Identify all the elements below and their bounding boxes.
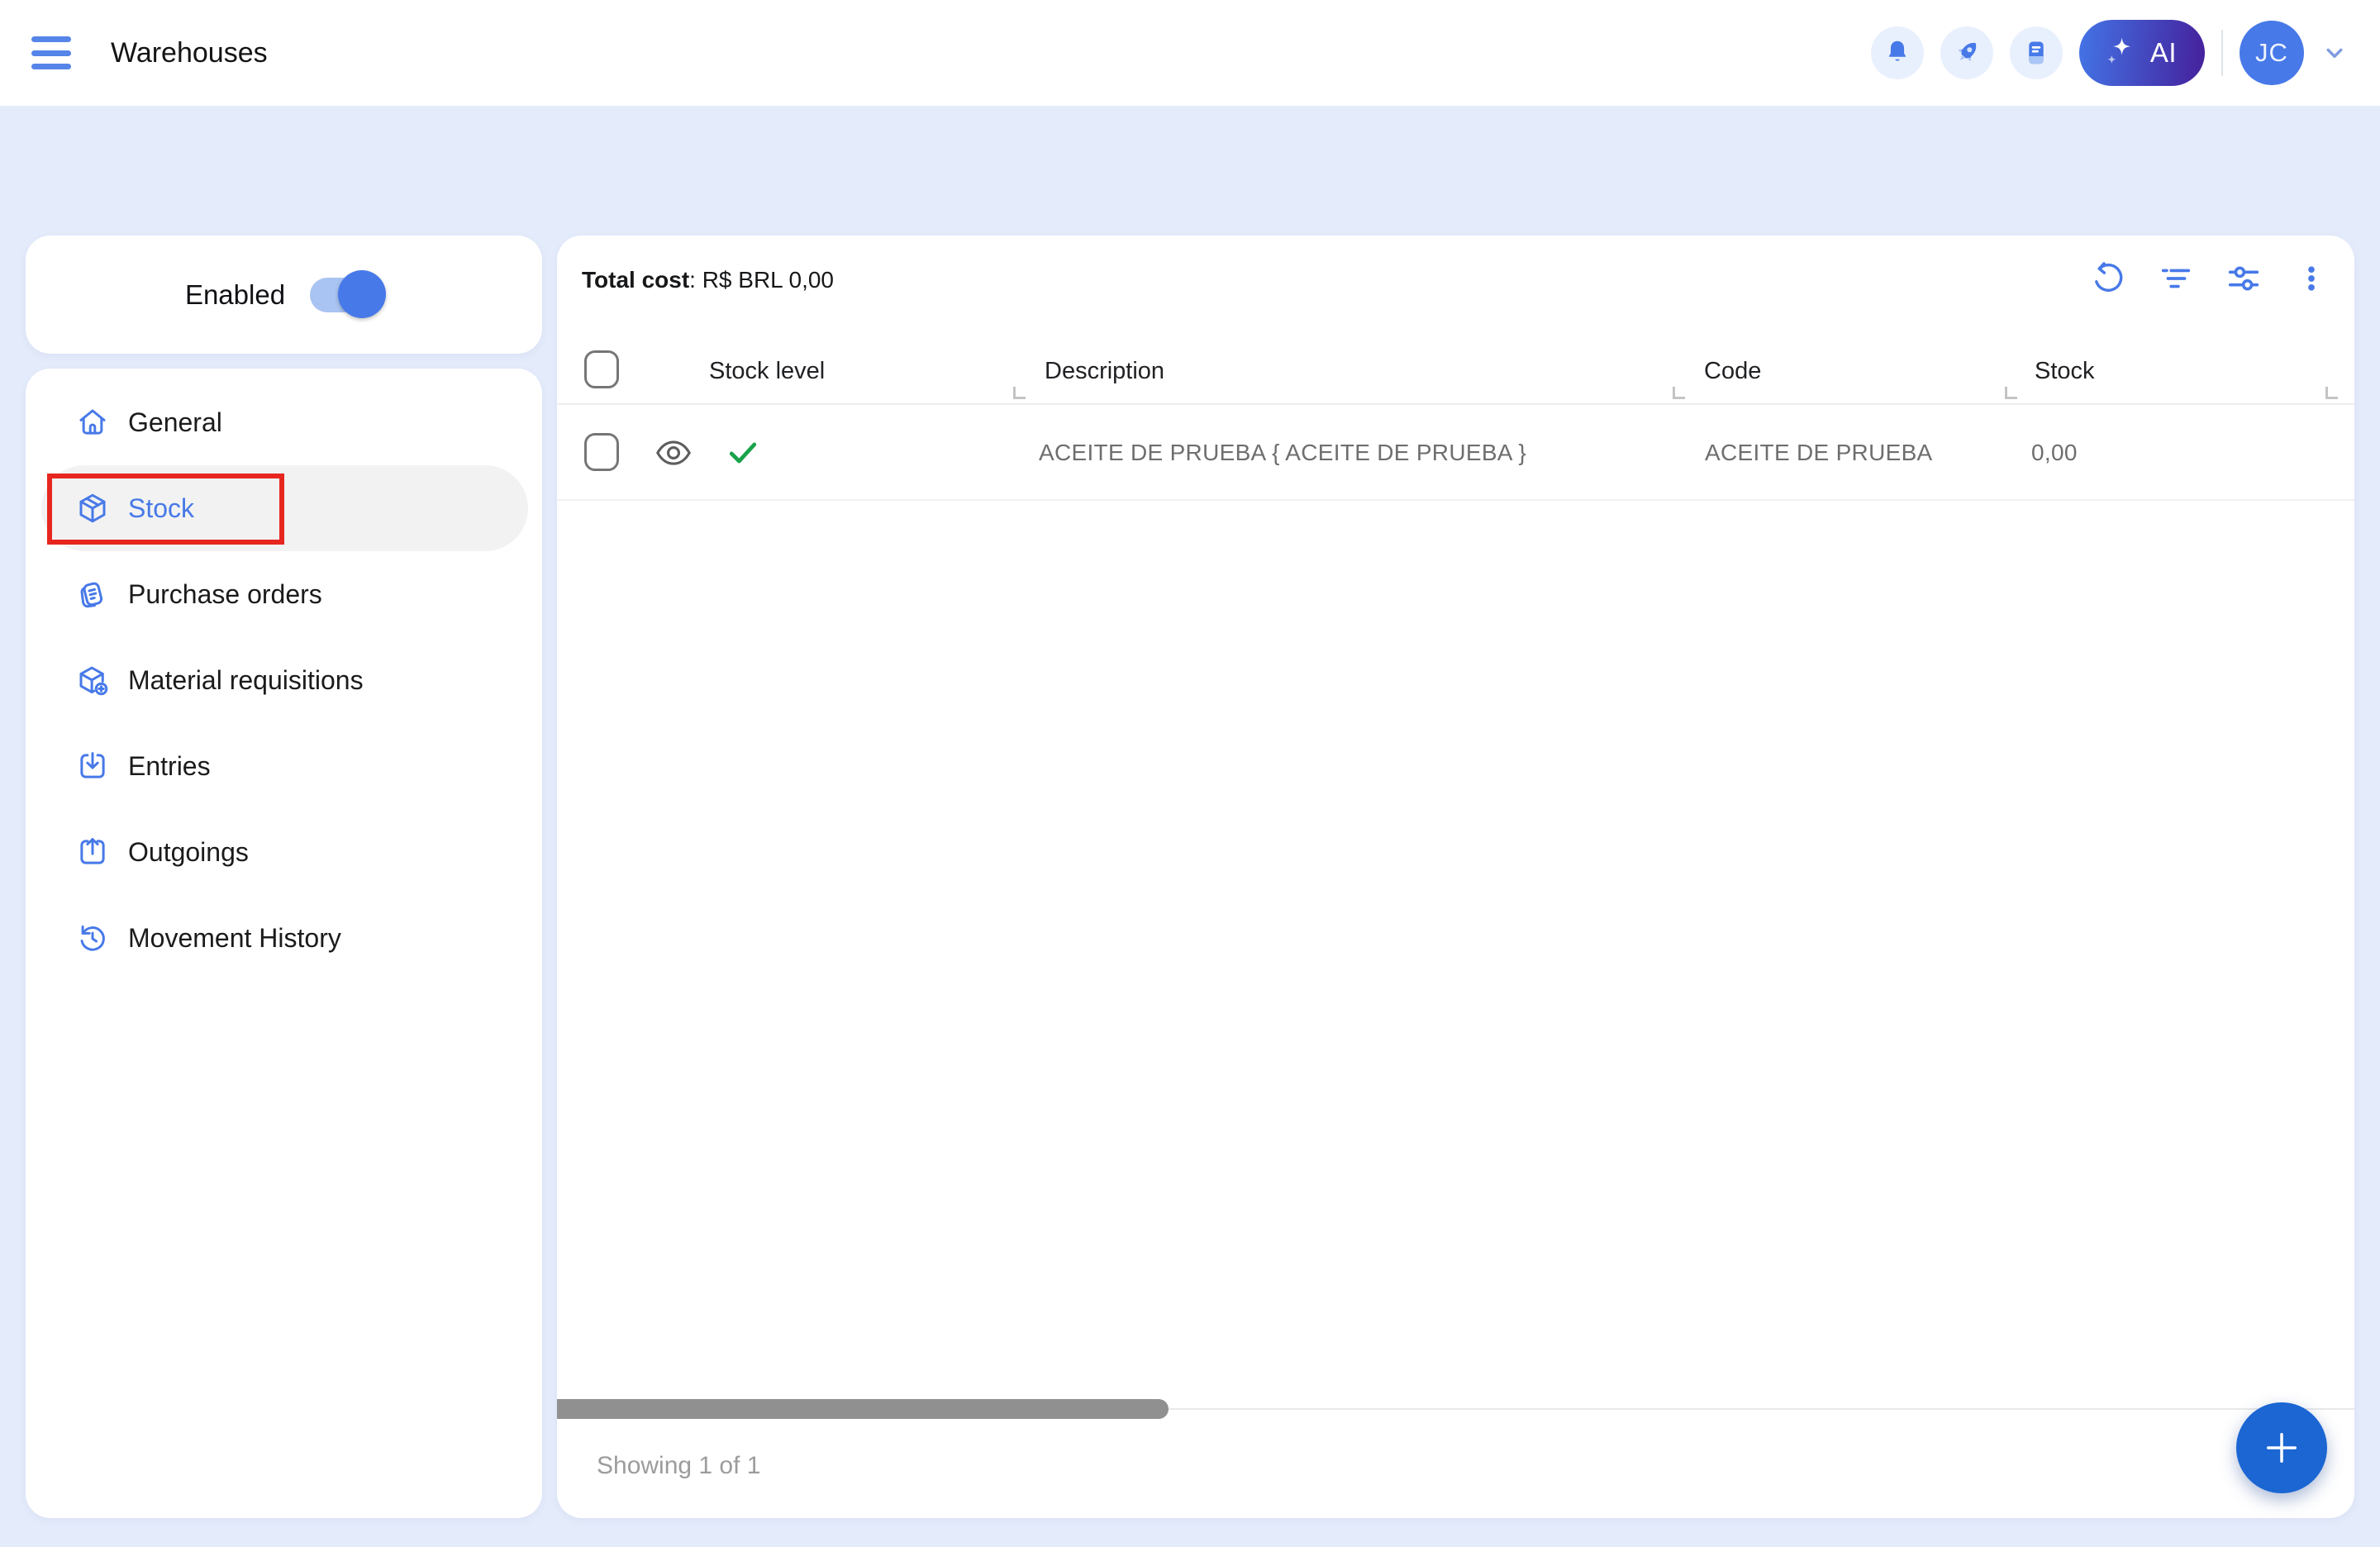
topbar: Warehouses [0,0,2380,106]
results-count: Showing 1 of 1 [597,1452,760,1480]
row-stock: 0,00 [2031,405,2078,501]
ai-assistant-button[interactable]: AI [2079,20,2205,86]
table-header-row: Stock level Description Code Stock [557,337,2354,405]
column-header-description[interactable]: Description [1045,337,1164,405]
whats-new-button[interactable] [1940,26,1993,79]
plus-icon [2260,1426,2303,1469]
sidebar-menu: General Stock [26,369,542,1518]
rocket-icon [1950,36,1983,69]
total-cost: Total cost: R$ BRL 0,00 [582,267,834,293]
bell-icon [1882,37,1913,69]
entry-arrow-icon [75,749,110,783]
add-item-button[interactable] [2236,1402,2327,1493]
sidebar-item-label: Outgoings [128,837,249,868]
stock-level-ok-icon [724,435,764,471]
view-row-button[interactable] [650,431,699,474]
select-all-checkbox[interactable] [584,350,619,388]
column-header-stock[interactable]: Stock [2035,337,2095,405]
row-description: ACEITE DE PRUEBA { ACEITE DE PRUEBA } [1039,405,1526,501]
table-row[interactable]: ACEITE DE PRUEBA { ACEITE DE PRUEBA } AC… [557,405,2354,501]
column-header-stock-level[interactable]: Stock level [709,337,825,405]
toggle-thumb [338,270,386,318]
sidebar-item-purchase-orders[interactable]: Purchase orders [41,551,528,637]
sidebar-item-stock[interactable]: Stock [41,465,528,551]
sidebar-item-label: General [128,407,222,438]
sidebar-item-material-requisitions[interactable]: Material requisitions [41,637,528,723]
topbar-right: AI JC [1871,20,2349,86]
outgoing-arrow-icon [75,835,110,869]
box-plus-icon [75,663,110,697]
filter-lines-icon [2157,259,2195,298]
sparkle-icon [2102,36,2137,70]
more-options-button[interactable] [2290,257,2333,300]
sidebar-item-entries[interactable]: Entries [41,723,528,809]
topbar-divider [2221,30,2223,76]
notifications-button[interactable] [1871,26,1924,79]
hamburger-menu-icon[interactable] [31,36,73,69]
purchase-order-icon [75,577,110,612]
table-toolbar [2087,257,2333,300]
column-resize-handle[interactable] [2325,387,2338,399]
sidebar-item-label: Purchase orders [128,579,322,610]
sliders-icon [2225,259,2263,298]
enabled-label: Enabled [185,279,285,311]
stock-table-card: Total cost: R$ BRL 0,00 [557,236,2354,1518]
sidebar-item-movement-history[interactable]: Movement History [41,895,528,981]
sidebar-item-outgoings[interactable]: Outgoings [41,809,528,895]
app-title: Warehouses [111,37,268,69]
kebab-menu-icon [2295,259,2328,298]
document-icon [2021,37,2052,69]
row-checkbox[interactable] [584,433,619,471]
page-header: FRACTTAL WAREHOUSE Save [0,106,2380,236]
home-icon [75,405,110,440]
total-cost-label: Total cost [582,267,689,293]
sidebar-item-label: Material requisitions [128,665,364,696]
eye-icon [650,432,699,474]
app-root: Warehouses [0,0,2380,1547]
column-resize-handle[interactable] [2005,387,2017,399]
sidebar-item-label: Movement History [128,923,341,954]
column-resize-handle[interactable] [1013,387,1026,399]
column-header-code[interactable]: Code [1704,337,1761,405]
enabled-card: Enabled [26,236,542,354]
ai-button-label: AI [2150,37,2177,69]
refresh-icon [2089,259,2127,298]
sidebar-item-general[interactable]: General [41,379,528,465]
filter-button[interactable] [2154,257,2197,300]
sidebar-item-label: Entries [128,751,211,782]
refresh-button[interactable] [2087,257,2130,300]
sidebar-item-label: Stock [128,493,194,524]
horizontal-scrollbar-thumb[interactable] [557,1399,1169,1419]
account-menu-button[interactable] [2320,39,2349,67]
row-code: ACEITE DE PRUEBA [1705,405,1933,501]
topbar-left: Warehouses [31,36,268,69]
chevron-down-icon [2320,39,2349,67]
column-resize-handle[interactable] [1673,387,1685,399]
user-avatar[interactable]: JC [2240,21,2304,85]
total-cost-value: : R$ BRL 0,00 [689,267,834,293]
box-icon [75,491,110,526]
enabled-toggle[interactable] [310,276,383,314]
release-notes-button[interactable] [2010,26,2063,79]
avatar-initials: JC [2255,38,2288,68]
column-settings-button[interactable] [2222,257,2265,300]
history-icon [75,921,110,955]
